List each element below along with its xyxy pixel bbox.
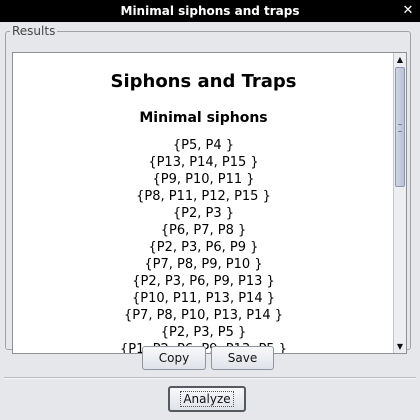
scrollbar-grip-icon xyxy=(398,124,402,132)
siphon-item: {P2, P3, P6, P9, P13 } xyxy=(132,274,275,289)
analyze-button[interactable]: Analyze xyxy=(168,386,246,412)
siphon-item: {P6, P7, P8 } xyxy=(160,223,247,238)
siphon-item: {P2, P3, P6, P9 } xyxy=(148,240,259,255)
results-group: Results Siphons and Traps Minimal siphon… xyxy=(5,24,411,354)
copy-button[interactable]: Copy xyxy=(142,346,206,370)
save-button[interactable]: Save xyxy=(211,346,274,370)
results-legend: Results xyxy=(12,24,56,38)
siphon-list: {P5, P4 } {P13, P14, P15 } {P9, P10, P11 }… xyxy=(13,137,394,353)
vertical-scrollbar[interactable]: ▲ ▼ xyxy=(393,53,406,353)
siphon-item: {P5, P4 } xyxy=(172,138,235,153)
scrollbar-thumb[interactable] xyxy=(395,67,405,187)
siphon-item: {P10, P11, P13, P14 } xyxy=(132,291,275,306)
results-scroll-pane[interactable]: Siphons and Traps Minimal siphons {P5, P… xyxy=(12,52,407,354)
close-icon[interactable]: ✕ xyxy=(400,3,416,19)
siphon-item: {P2, P3 } xyxy=(172,206,235,221)
siphon-item: {P7, P8, P10, P13, P14 } xyxy=(123,308,284,323)
siphon-item: {P2, P3, P5 } xyxy=(160,325,247,340)
scroll-up-arrow-icon[interactable]: ▲ xyxy=(394,53,406,66)
siphons-subheading: Minimal siphons xyxy=(139,110,268,126)
title-bar: Minimal siphons and traps ✕ xyxy=(0,0,420,22)
results-content: Siphons and Traps Minimal siphons {P5, P… xyxy=(13,53,394,353)
analyze-button-label: Analyze xyxy=(180,391,234,407)
siphon-item: {P7, P8, P9, P10 } xyxy=(144,257,263,272)
window-title: Minimal siphons and traps xyxy=(120,4,300,18)
window-body: Results Siphons and Traps Minimal siphon… xyxy=(0,22,420,420)
siphon-item: {P13, P14, P15 } xyxy=(148,155,259,170)
siphon-item: {P9, P10, P11 } xyxy=(152,172,255,187)
results-heading: Siphons and Traps xyxy=(110,71,297,92)
siphon-item: {P8, P11, P12, P15 } xyxy=(136,189,271,204)
separator xyxy=(4,377,416,379)
scroll-down-arrow-icon[interactable]: ▼ xyxy=(394,340,406,353)
